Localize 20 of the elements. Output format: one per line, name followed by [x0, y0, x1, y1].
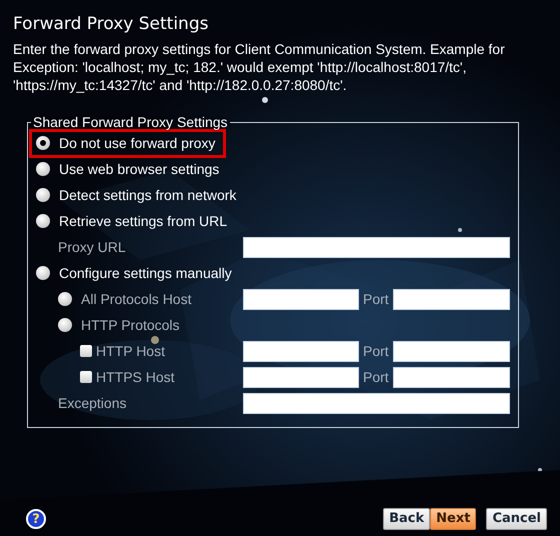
field-label: Proxy URL — [58, 238, 126, 257]
option-label: Retrieve settings from URL — [59, 212, 228, 231]
wizard-button[interactable]: Cancel — [486, 508, 547, 530]
page-title: Forward Proxy Settings — [13, 14, 210, 34]
group-legend: Shared Forward Proxy Settings — [31, 113, 230, 132]
port-label: Port — [363, 368, 389, 387]
option-label: Detect settings from network — [59, 186, 236, 205]
wizard-button[interactable]: Next — [430, 508, 476, 530]
port-label: Port — [363, 290, 389, 309]
wizard-button[interactable]: Back — [383, 508, 430, 530]
field-label: Exceptions — [58, 394, 126, 413]
port-label: Port — [363, 342, 389, 361]
option-label: HTTP Host — [96, 342, 165, 361]
option-label: All Protocols Host — [81, 290, 192, 309]
option-label: Configure settings manually — [59, 264, 232, 283]
option-label: HTTP Protocols — [81, 316, 180, 335]
option-label: HTTPS Host — [96, 368, 175, 387]
option-label: Use web browser settings — [59, 160, 220, 179]
description-text: Enter the forward proxy settings for Client Communication System. Example for Exception: 'localhost; my_tc; 182.' would exempt 'http://localhost:8017/tc', 'https://my_tc:14327/tc' and 'http://182.0.0.27:8080/tc'. — [13, 40, 506, 94]
option-label: Do not use forward proxy — [59, 134, 216, 153]
